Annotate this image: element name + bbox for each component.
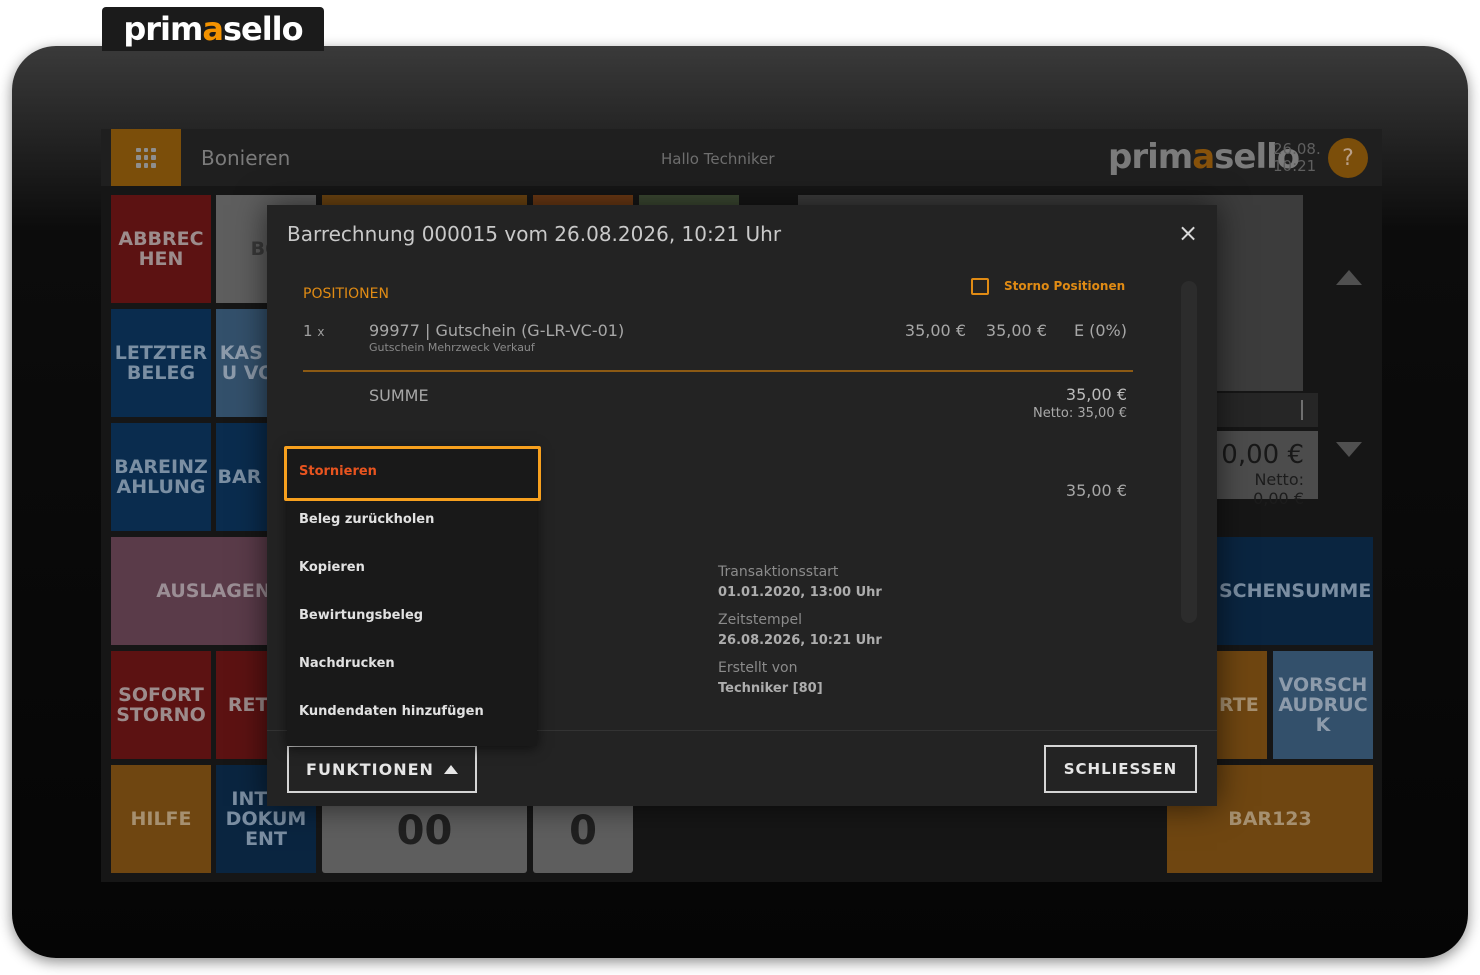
transaction-start-label: Transaktionsstart [718,564,839,580]
timestamp-label: Zeitstempel [718,612,803,628]
storno-positions-checkbox[interactable] [971,278,989,295]
total-display: 0,00 € Netto: 0,00 € [1214,431,1318,508]
created-by-label: Erstellt von [718,660,798,676]
timestamp-value: 26.08.2026, 10:21 Uhr [718,633,882,648]
header-time: 10:21 [1273,157,1317,175]
position-tax: E (0%) [1073,321,1127,340]
caret-up-icon [443,764,458,774]
tile-vorschau-druck[interactable]: VORSCH AUDRUC K [1273,651,1373,759]
tile-letzter-beleg[interactable]: LETZTER BELEG [111,309,211,417]
header-logo: primasello [1108,137,1300,177]
dialog-scrollbar[interactable] [1181,281,1197,623]
tile-hilfe[interactable]: HILFE [111,765,211,873]
menu-item-stornieren[interactable]: Stornieren [287,447,537,495]
position-total: 35,00 € [985,321,1047,340]
tile-top-brown[interactable] [533,195,633,205]
functions-button[interactable]: FUNKTIONEN [287,745,477,793]
sum-net: Netto: 35,00 € [1032,406,1127,421]
header-date: 26.08. [1273,140,1321,158]
scroll-down-icon[interactable] [1336,442,1362,457]
dialog-title: Barrechnung 000015 vom 26.08.2026, 10:21… [287,222,782,246]
scroll-up-icon[interactable] [1336,270,1362,285]
sum-value: 35,00 € [1065,385,1127,404]
close-dialog-button[interactable]: SCHLIESSEN [1044,745,1197,793]
tile-sofort-storno[interactable]: SOFORT STORNO [111,651,211,759]
total-amount: 0,00 € [1221,440,1304,470]
tile-bareinzahlung[interactable]: BAREINZ AHLUNG [111,423,211,531]
app-header: Bonieren Hallo Techniker primasello 26.0… [101,129,1382,186]
menu-item-kundendaten[interactable]: Kundendaten hinzufügen [287,687,537,735]
tile-top-green[interactable] [639,195,739,205]
brand-logo: primasello [123,10,303,48]
positions-divider [303,370,1133,372]
position-name: 99977 | Gutschein (G-LR-VC-01) [369,321,625,340]
tile-karte[interactable]: RTE [1217,651,1267,759]
close-icon[interactable]: × [1178,219,1198,247]
receipt-dialog: Barrechnung 000015 vom 26.08.2026, 10:21… [267,205,1217,806]
menu-item-kopieren[interactable]: Kopieren [287,543,537,591]
page-title: Bonieren [201,146,291,170]
total-net: Netto: 0,00 € [1253,470,1304,508]
created-by-value: Techniker [80] [718,681,823,696]
position-unit-price: 35,00 € [904,321,966,340]
position-quantity: 1 x [303,322,325,340]
transaction-start-value: 01.01.2020, 13:00 Uhr [718,585,882,600]
user-greeting: Hallo Techniker [661,150,775,168]
header-datetime: 26.08. 10:21 [1273,141,1321,175]
help-button[interactable]: ? [1328,138,1368,178]
position-description: Gutschein Mehrzweck Verkauf [369,341,535,354]
tile-top-orange[interactable] [322,195,527,205]
storno-positions-label[interactable]: Storno Positionen [1004,279,1125,293]
menu-item-nachdrucken[interactable]: Nachdrucken [287,639,537,687]
functions-menu: Stornieren Beleg zurückholen Kopieren Be… [287,447,537,746]
brand-logo-tab: primasello [102,7,324,51]
menu-button[interactable] [111,129,181,186]
payment-value: 35,00 € [1065,481,1127,500]
menu-item-bewirtungsbeleg[interactable]: Bewirtungsbeleg [287,591,537,639]
sum-label: SUMME [369,386,429,405]
receipt-input-bar[interactable] [1201,393,1318,427]
pos-screen: Bonieren Hallo Techniker primasello 26.0… [101,129,1382,882]
menu-item-beleg-zurueckholen[interactable]: Beleg zurückholen [287,495,537,543]
tile-zwischensumme[interactable]: SCHENSUMME [1217,537,1373,645]
positions-heading: POSITIONEN [303,286,389,302]
functions-button-label: FUNKTIONEN [306,759,434,779]
tile-abbrechen[interactable]: ABBREC HEN [111,195,211,303]
grid-menu-icon [136,147,156,168]
